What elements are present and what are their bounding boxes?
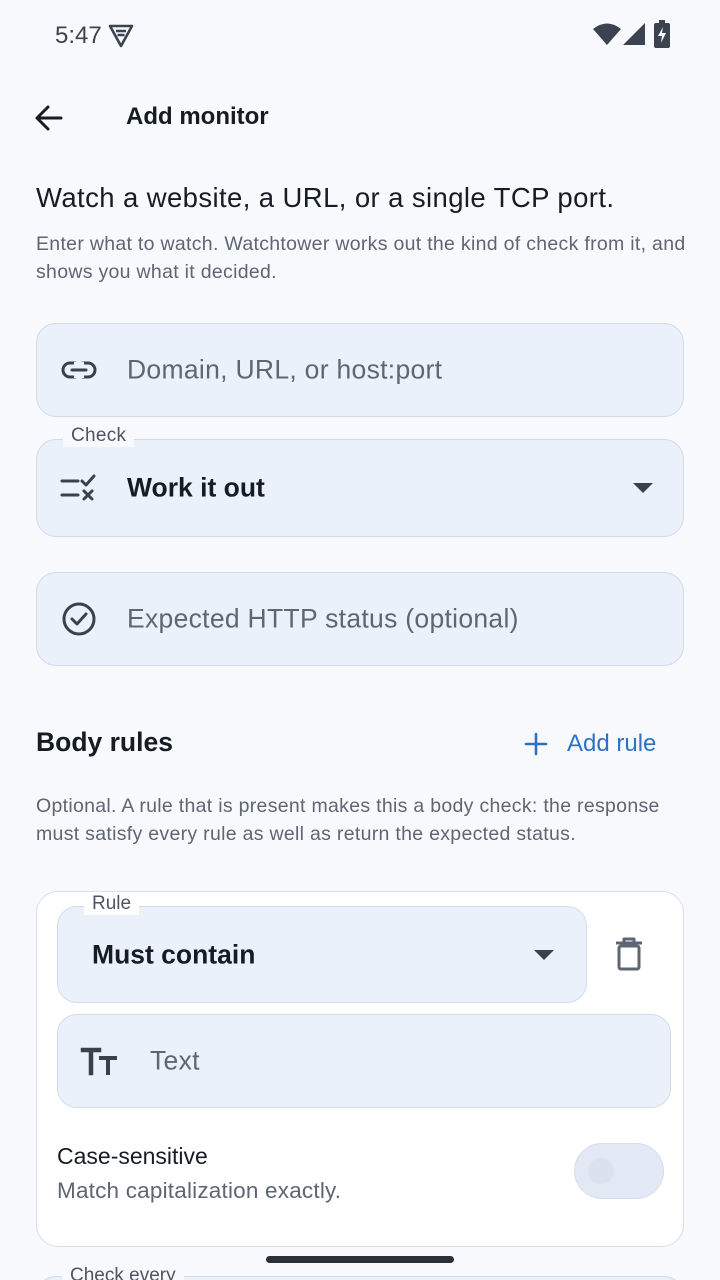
- add-monitor-screen: 5:47 Add monitor Watch a website, a URL,…: [0, 0, 720, 1280]
- wifi-icon: [593, 23, 621, 45]
- intro-headline: Watch a website, a URL, or a single TCP …: [36, 182, 615, 213]
- case-sensitive-title: Case-sensitive: [57, 1143, 208, 1169]
- expected-status-input[interactable]: Expected HTTP status (optional): [36, 572, 684, 666]
- check-circle-icon: [59, 599, 99, 639]
- toggle-knob: [588, 1158, 614, 1184]
- body-rules-title: Body rules: [36, 727, 173, 757]
- check-type-label: Check: [63, 425, 135, 447]
- checklist-icon: [59, 468, 99, 508]
- plus-icon: [518, 726, 554, 762]
- back-button[interactable]: [24, 94, 74, 142]
- target-input[interactable]: Domain, URL, or host:port: [36, 323, 684, 417]
- rule-card: Rule Must contain Text Case-sensitive Ma…: [36, 891, 684, 1247]
- battery-charging-icon: [654, 20, 670, 48]
- rule-type-select[interactable]: Rule Must contain: [57, 893, 587, 1003]
- rule-text-input[interactable]: Text: [57, 1014, 671, 1108]
- rule-type-label: Rule: [84, 893, 140, 915]
- text-format-icon: [80, 1041, 120, 1081]
- check-type-value: Work it out: [127, 472, 265, 503]
- expected-status-placeholder: Expected HTTP status (optional): [127, 603, 519, 634]
- trash-icon: [616, 937, 642, 971]
- status-bar: 5:47: [0, 0, 720, 70]
- arrow-left-icon: [35, 105, 63, 131]
- link-icon: [59, 350, 99, 390]
- home-indicator[interactable]: [266, 1256, 454, 1263]
- intro-description: Enter what to watch. Watchtower works ou…: [36, 233, 686, 283]
- page-title: Add monitor: [126, 103, 269, 130]
- vpn-shield-icon: [108, 24, 134, 48]
- dropdown-arrow-icon: [534, 949, 554, 960]
- rule-text-placeholder: Text: [150, 1045, 200, 1076]
- dropdown-arrow-icon: [633, 483, 653, 493]
- add-rule-button[interactable]: Add rule: [518, 722, 656, 766]
- target-input-placeholder: Domain, URL, or host:port: [127, 354, 443, 385]
- check-interval-label: Check every: [62, 1265, 184, 1280]
- add-rule-label: Add rule: [567, 730, 657, 757]
- delete-rule-button[interactable]: [605, 930, 653, 978]
- body-rules-description: Optional. A rule that is present makes t…: [36, 795, 660, 845]
- status-time: 5:47: [55, 22, 102, 49]
- check-type-select[interactable]: Check Work it out: [36, 425, 684, 537]
- signal-icon: [623, 23, 645, 45]
- rule-type-value: Must contain: [92, 939, 256, 969]
- case-sensitive-toggle[interactable]: [574, 1143, 664, 1199]
- case-sensitive-subtitle: Match capitalization exactly.: [57, 1178, 342, 1203]
